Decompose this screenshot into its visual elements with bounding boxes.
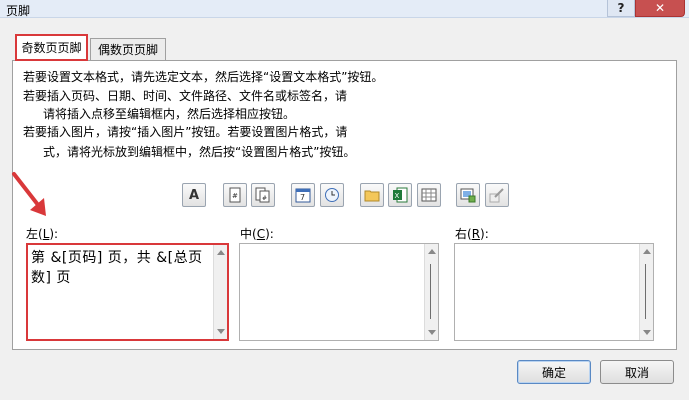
scroll-up-icon[interactable] <box>217 250 225 255</box>
scroll-down-icon[interactable] <box>643 330 651 335</box>
title-bar: 页脚 ? ✕ <box>0 0 689 18</box>
right-section-label: 右(R): <box>455 227 489 241</box>
time-icon <box>325 188 339 202</box>
scroll-up-icon[interactable] <box>643 249 651 254</box>
right-scrollbar[interactable] <box>639 244 653 340</box>
scroll-up-icon[interactable] <box>428 249 436 254</box>
close-button[interactable]: ✕ <box>635 0 685 17</box>
scroll-thumb[interactable] <box>430 264 431 319</box>
insert-time-button[interactable] <box>320 183 344 207</box>
window-title: 页脚 <box>6 4 31 18</box>
left-section-editor[interactable]: 第 &[页码] 页，共 &[总页数] 页 <box>26 243 229 341</box>
footer-panel: 若要设置文本格式，请先选定文本，然后选择“设置文本格式”按钮。 若要插入页码、日… <box>12 60 677 350</box>
left-section-content: 第 &[页码] 页，共 &[总页数] 页 <box>31 250 203 286</box>
ok-button[interactable]: 确定 <box>517 360 591 384</box>
instruction-line: 若要插入图片，请按“插入图片”按钮。若要设置图片格式，请 <box>23 125 348 139</box>
instruction-line: 若要插入页码、日期、时间、文件路径、文件名或标签名，请 <box>23 89 348 103</box>
file-name-icon: X <box>393 187 408 203</box>
instruction-line: 请将插入点移至编辑框内，然后选择相应按钮。 <box>43 107 296 121</box>
right-section-editor[interactable] <box>454 243 654 341</box>
date-icon: 7 <box>295 188 311 203</box>
format-picture-button[interactable] <box>485 183 509 207</box>
center-scrollbar[interactable] <box>424 244 438 340</box>
tab-odd-page-footer[interactable]: 奇数页页脚 <box>15 34 88 61</box>
page-count-icon: # <box>255 187 270 203</box>
file-path-icon <box>364 190 380 202</box>
page-number-icon: # <box>229 187 241 203</box>
left-scrollbar[interactable] <box>213 245 227 339</box>
scroll-thumb[interactable] <box>645 264 646 319</box>
svg-text:7: 7 <box>300 193 305 202</box>
insert-sheet-name-button[interactable] <box>417 183 441 207</box>
center-section-label: 中(C): <box>240 227 274 241</box>
cancel-button[interactable]: 取消 <box>600 360 674 384</box>
left-section-label: 左(L): <box>26 227 59 241</box>
format-text-icon: A <box>188 187 200 203</box>
sheet-name-icon <box>421 188 437 202</box>
insert-picture-button[interactable] <box>456 183 480 207</box>
help-button[interactable]: ? <box>607 0 635 17</box>
instruction-line: 式，请将光标放到编辑框中，然后按“设置图片格式”按钮。 <box>43 145 356 159</box>
insert-page-count-button[interactable]: # <box>251 183 275 207</box>
scroll-down-icon[interactable] <box>217 329 225 334</box>
tab-even-page-footer[interactable]: 偶数页页脚 <box>90 38 166 60</box>
format-picture-icon <box>489 188 504 203</box>
svg-text:X: X <box>395 192 400 200</box>
insert-picture-icon <box>460 188 476 203</box>
instruction-line: 若要设置文本格式，请先选定文本，然后选择“设置文本格式”按钮。 <box>23 70 384 84</box>
svg-text:#: # <box>232 192 238 200</box>
insert-page-number-button[interactable]: # <box>223 183 247 207</box>
insert-file-name-button[interactable]: X <box>388 183 412 207</box>
insert-date-button[interactable]: 7 <box>291 183 315 207</box>
svg-text:#: # <box>262 195 267 202</box>
center-section-editor[interactable] <box>239 243 439 341</box>
format-text-button[interactable]: A <box>182 183 206 207</box>
scroll-down-icon[interactable] <box>428 330 436 335</box>
annotation-arrow-icon <box>12 172 46 216</box>
insert-file-path-button[interactable] <box>360 183 384 207</box>
